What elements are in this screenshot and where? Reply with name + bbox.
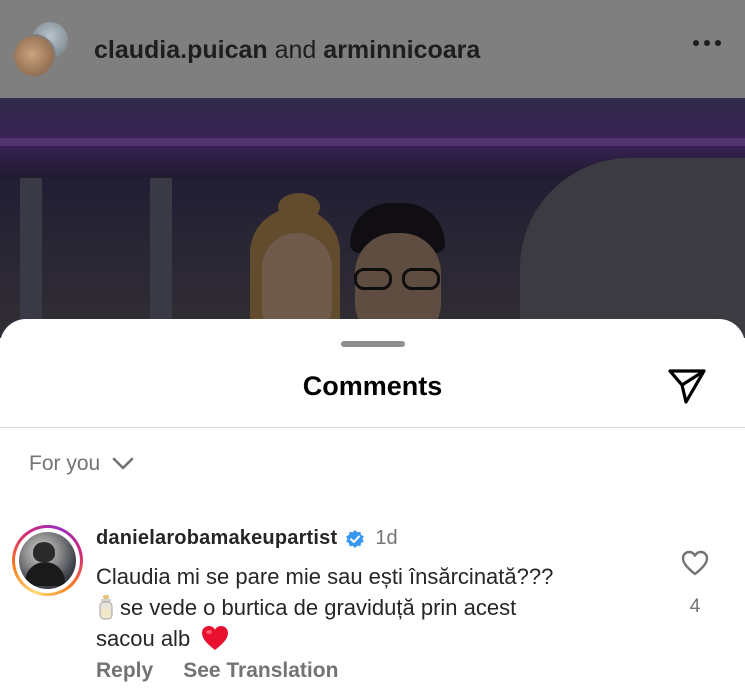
post-usernames[interactable]: claudia.puican and arminnicoara (94, 36, 480, 65)
modal-overlay[interactable] (0, 98, 745, 338)
comment-line-3-wrap: sacou alb (96, 623, 656, 654)
sheet-drag-handle[interactable] (341, 341, 405, 347)
heart-outline-icon[interactable] (680, 549, 710, 577)
more-horizontal-icon[interactable] (693, 40, 721, 46)
comment-timestamp: 1d (375, 527, 398, 549)
see-translation-button[interactable]: See Translation (183, 659, 338, 683)
comment-line-3: sacou alb (96, 626, 191, 651)
post-user2[interactable]: arminnicoara (323, 36, 480, 64)
commenter-username[interactable]: danielarobamakeupartist (96, 527, 337, 550)
reply-button[interactable]: Reply (96, 659, 153, 683)
post-joiner: and (274, 36, 317, 64)
comment-line-2: se vede o burtica de graviduță prin aces… (120, 595, 517, 620)
chevron-down-icon (112, 457, 134, 470)
filter-label: For you (29, 452, 101, 475)
post-user1[interactable]: claudia.puican (94, 36, 268, 64)
comment-line-1: Claudia mi se pare mie sau ești însărcin… (96, 564, 554, 589)
send-icon[interactable] (666, 366, 708, 406)
comment-line-2-wrap: se vede o burtica de graviduță prin aces… (96, 592, 656, 623)
comment-body: Claudia mi se pare mie sau ești însărcin… (96, 561, 656, 654)
post-header: claudia.puican and arminnicoara (0, 0, 745, 98)
post-avatars[interactable] (12, 20, 72, 80)
like-count: 4 (689, 596, 701, 617)
baby-bottle-emoji-icon (99, 595, 113, 620)
comments-sheet: Comments For you danielarobamakeupartist… (0, 319, 745, 700)
divider (0, 427, 745, 428)
sheet-title: Comments (302, 371, 443, 401)
commenter-avatar[interactable] (12, 525, 83, 596)
comment-actions: Reply See Translation (96, 659, 338, 683)
avatar-claudia-puican (12, 34, 56, 78)
verified-badge-icon (346, 529, 365, 548)
comment-header: danielarobamakeupartist 1d (96, 527, 398, 550)
post-photo (0, 98, 745, 338)
red-heart-emoji-icon (202, 626, 229, 650)
comment-filter-dropdown[interactable]: For you (29, 452, 134, 476)
